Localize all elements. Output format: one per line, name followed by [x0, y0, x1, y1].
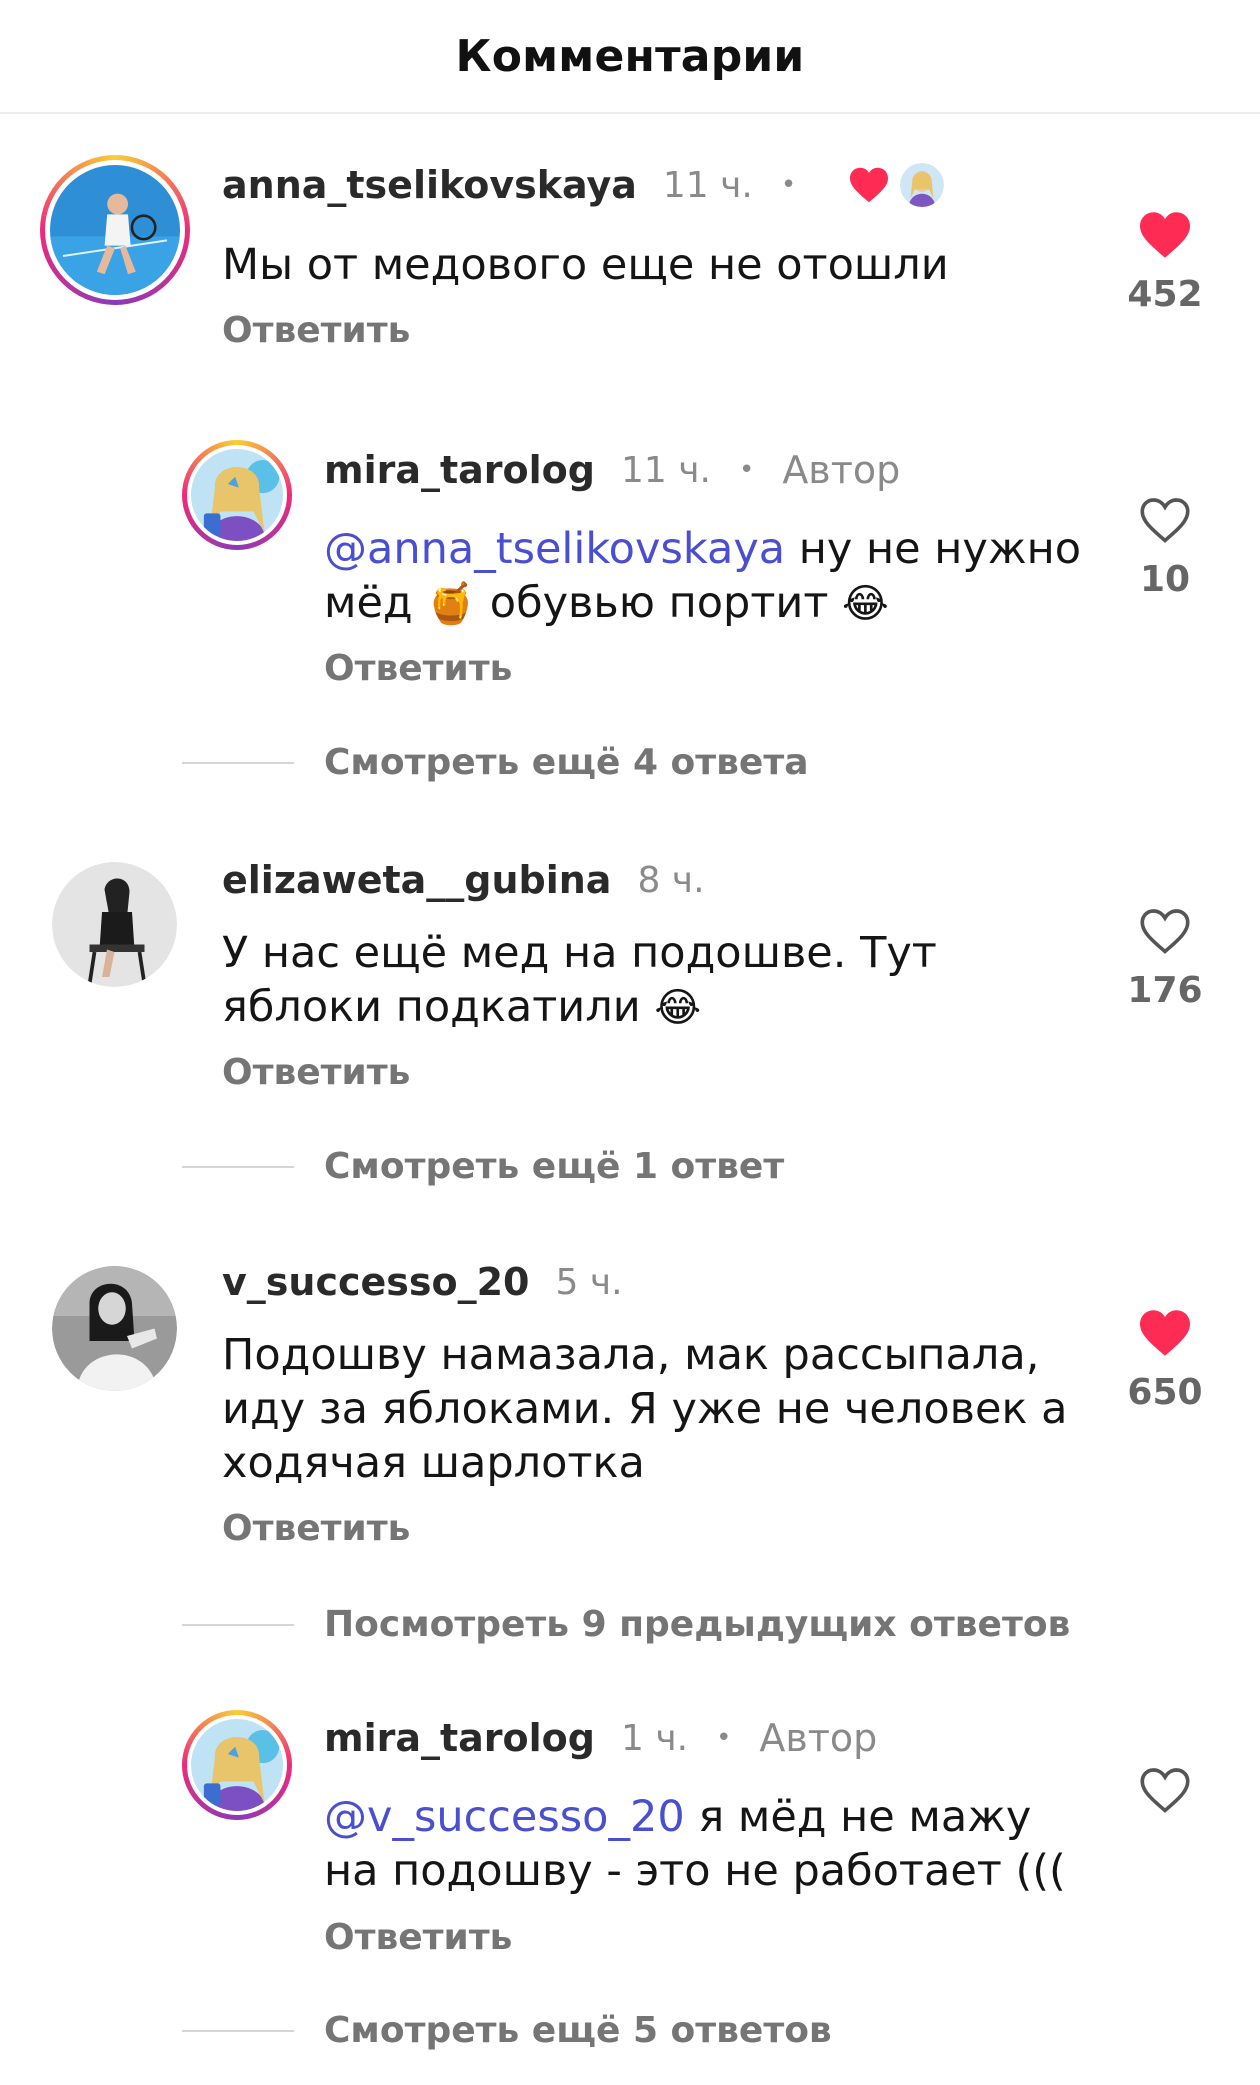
heart-outline-icon — [1140, 1768, 1190, 1813]
avatar[interactable] — [182, 440, 292, 550]
header-title: Комментарии — [455, 30, 805, 82]
like-button[interactable]: 452 — [1120, 210, 1210, 315]
heart-filled-icon — [1140, 212, 1190, 258]
mention-link[interactable]: @anna_tselikovskaya — [324, 524, 785, 574]
view-more-label[interactable]: Смотреть ещё 1 ответ — [324, 1146, 784, 1187]
view-more-replies[interactable]: Смотреть ещё 1 ответ — [182, 1146, 784, 1187]
like-count: 10 — [1139, 559, 1191, 600]
comment-text: У нас ещё мед на подошве. Тут яблоки под… — [222, 926, 942, 1035]
comment-text: @anna_tselikovskaya ну не нужно мёд 🍯 об… — [324, 522, 1084, 631]
text-segment: У нас ещё мед на подошве. Тут яблоки под… — [222, 928, 937, 1032]
like-button[interactable]: 176 — [1120, 906, 1210, 1011]
view-more-label[interactable]: Смотреть ещё 4 ответа — [324, 742, 809, 783]
username[interactable]: elizaweta__gubina — [222, 858, 611, 902]
divider-line — [182, 1623, 294, 1626]
view-previous-replies[interactable]: Посмотреть 9 предыдущих ответов — [182, 1604, 1070, 1645]
comment-text: @v_successo_20 я мёд не мажу на подошву … — [324, 1790, 1084, 1898]
author-liked-heart-icon — [850, 167, 889, 203]
like-button[interactable]: 650 — [1120, 1308, 1210, 1413]
view-previous-label[interactable]: Посмотреть 9 предыдущих ответов — [324, 1604, 1070, 1645]
reply-button[interactable]: Ответить — [324, 1917, 512, 1958]
heart-outline-icon — [1140, 909, 1190, 954]
comment-text: Мы от медового еще не отошли — [222, 240, 949, 290]
divider-line — [182, 2029, 294, 2032]
timestamp: 5 ч. — [555, 1261, 623, 1303]
username[interactable]: anna_tselikovskaya — [222, 163, 637, 207]
comments-header: Комментарии — [0, 0, 1260, 114]
avatar-photo — [52, 862, 177, 987]
author-mini-avatar — [900, 163, 945, 207]
comment-text: Подошву намазала, мак рассыпала, иду за … — [222, 1330, 1068, 1488]
timestamp: 1 ч. — [621, 1717, 689, 1759]
view-more-replies[interactable]: Смотреть ещё 5 ответов — [182, 2010, 832, 2051]
view-more-label[interactable]: Смотреть ещё 5 ответов — [324, 2010, 832, 2051]
timestamp: 11 ч. — [662, 164, 753, 206]
username[interactable]: mira_tarolog — [324, 1716, 595, 1760]
reply-button[interactable]: Ответить — [222, 1052, 410, 1093]
honey-pot-emoji: 🍯 — [426, 581, 477, 627]
comment-meta: elizaweta__gubina 8 ч. — [222, 855, 705, 905]
timestamp: 11 ч. — [621, 449, 711, 491]
reply-button[interactable]: Ответить — [222, 310, 410, 351]
avatar[interactable] — [52, 1266, 177, 1391]
avatar[interactable] — [52, 862, 177, 987]
text-segment: обувью портит — [476, 578, 843, 628]
separator-dot: • — [738, 455, 755, 485]
avatar-photo — [191, 1719, 283, 1811]
avatar-photo — [191, 449, 283, 541]
author-badge: Автор — [759, 1716, 878, 1760]
avatar[interactable] — [40, 155, 190, 305]
like-count: 176 — [1127, 970, 1203, 1011]
like-count: 650 — [1127, 1372, 1203, 1413]
like-button[interactable]: 10 — [1120, 495, 1210, 600]
comment-meta: v_successo_20 5 ч. — [222, 1257, 623, 1307]
view-more-replies[interactable]: Смотреть ещё 4 ответа — [182, 742, 809, 783]
reply-button[interactable]: Ответить — [222, 1508, 410, 1549]
tears-of-joy-emoji: 😂 — [842, 581, 889, 627]
username[interactable]: mira_tarolog — [324, 448, 595, 492]
comment-meta: mira_tarolog 1 ч. • Автор — [324, 1713, 877, 1763]
like-count: 452 — [1127, 274, 1203, 315]
separator-dot: • — [780, 170, 797, 200]
avatar-photo — [52, 1266, 177, 1391]
timestamp: 8 ч. — [637, 859, 705, 901]
heart-filled-icon — [1140, 1310, 1190, 1356]
reply-button[interactable]: Ответить — [324, 648, 512, 689]
separator-dot: • — [716, 1723, 732, 1753]
avatar[interactable] — [182, 1710, 292, 1820]
divider-line — [182, 761, 294, 764]
author-badge: Автор — [782, 448, 901, 492]
like-button[interactable] — [1120, 1765, 1210, 1829]
heart-outline-icon — [1140, 498, 1190, 543]
avatar-photo — [50, 165, 180, 295]
tears-of-joy-emoji: 😂 — [654, 985, 702, 1031]
divider-line — [182, 1165, 294, 1168]
comment-meta: anna_tselikovskaya 11 ч. • — [222, 160, 945, 210]
username[interactable]: v_successo_20 — [222, 1260, 530, 1304]
comment-meta: mira_tarolog 11 ч. • Автор — [324, 445, 900, 495]
mention-link[interactable]: @v_successo_20 — [324, 1792, 685, 1842]
